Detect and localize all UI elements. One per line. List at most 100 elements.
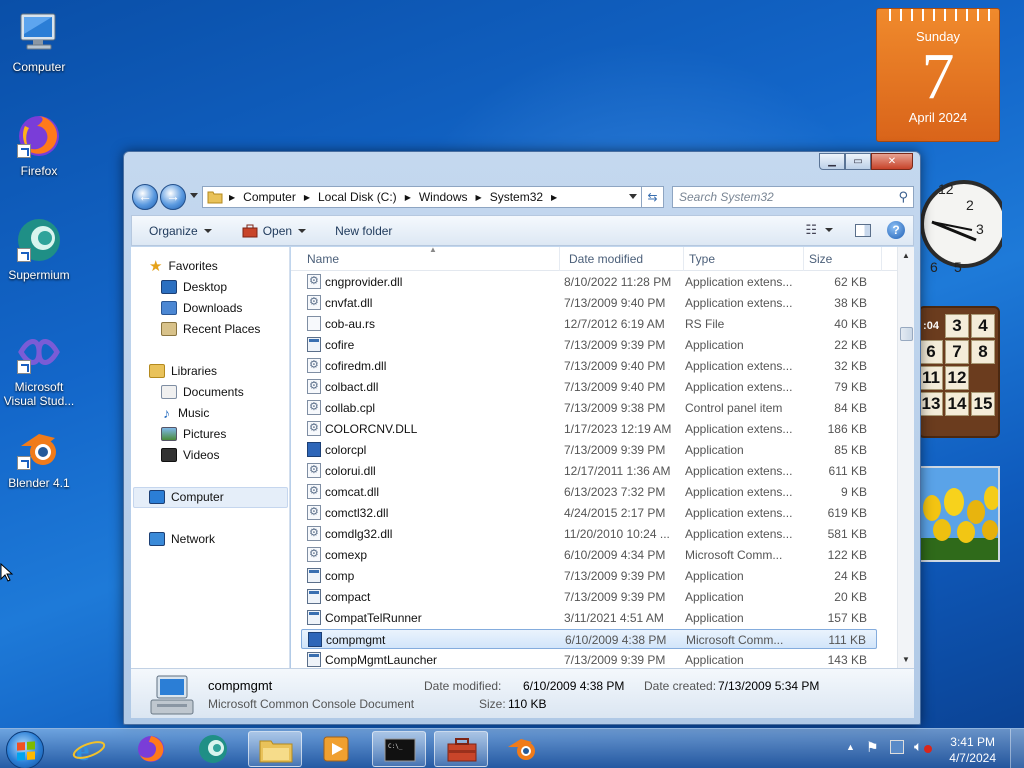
nav-libraries[interactable]: Libraries — [149, 361, 217, 381]
table-row[interactable]: cob-au.rs 12/7/2012 6:19 AM RS File 40 KB — [301, 314, 877, 334]
search-input[interactable]: Search System32 ⚲ — [672, 186, 914, 208]
minimize-button[interactable]: ▁ — [819, 153, 845, 170]
desktop-icon-visual-studio[interactable]: Microsoft Visual Stud... — [0, 328, 78, 408]
clock-gadget[interactable]: 12 2 3 5 6 — [918, 164, 1008, 286]
taskbar-firefox[interactable] — [124, 731, 178, 767]
nav-computer[interactable]: Computer — [149, 487, 224, 507]
puzzle-tile[interactable]: 3 — [945, 314, 969, 338]
show-hidden-icons-icon[interactable]: ▲ — [846, 742, 855, 752]
nav-recent-places[interactable]: Recent Places — [161, 319, 260, 339]
table-row[interactable]: colorcpl 7/13/2009 9:39 PM Application 85 K… — [301, 440, 877, 460]
table-row[interactable]: comexp 6/10/2009 4:34 PM Microsoft Comm...… — [301, 545, 877, 565]
chevron-right-icon[interactable]: ▶ — [229, 193, 235, 202]
table-row[interactable]: COLORCNV.DLL 1/17/2023 12:19 AM Applicatio… — [301, 419, 877, 439]
desktop-icon-firefox[interactable]: Firefox — [0, 112, 78, 178]
column-header-type[interactable]: Type — [689, 252, 715, 266]
network-tray-icon[interactable] — [890, 740, 904, 754]
chevron-right-icon[interactable]: ▶ — [304, 193, 310, 202]
help-icon[interactable]: ? — [887, 221, 905, 239]
open-button[interactable]: Open — [242, 224, 307, 238]
table-row[interactable]: comp 7/13/2009 9:39 PM Application 24 KB — [301, 566, 877, 586]
refresh-icon[interactable]: ⇆ — [641, 187, 663, 207]
chevron-right-icon[interactable]: ▶ — [551, 193, 557, 202]
column-header-date[interactable]: Date modified — [569, 252, 643, 266]
calendar-gadget[interactable]: Sunday 7 April 2024 — [876, 8, 1000, 142]
taskbar-command-prompt[interactable]: C:\_ — [372, 731, 426, 767]
desktop-icon-supermium[interactable]: Supermium — [0, 216, 78, 282]
forward-button[interactable]: → — [160, 184, 186, 210]
address-bar[interactable]: ▶ Computer ▶ Local Disk (C:) ▶ Windows ▶… — [202, 186, 664, 208]
show-desktop-button[interactable] — [1010, 729, 1024, 768]
vertical-scrollbar[interactable]: ▲ ▼ — [897, 247, 914, 668]
address-history-dropdown[interactable] — [629, 194, 637, 199]
nav-pictures[interactable]: Pictures — [161, 424, 226, 444]
table-row[interactable]: compmgmt 6/10/2009 4:38 PM Microsoft Comm.… — [301, 629, 877, 649]
puzzle-tile[interactable]: 14 — [945, 392, 969, 416]
nav-music[interactable]: ♪ Music — [161, 403, 209, 423]
puzzle-tile[interactable]: :04 — [919, 314, 943, 338]
puzzle-tile[interactable]: 6 — [919, 340, 943, 364]
puzzle-tile[interactable]: 4 — [971, 314, 995, 338]
recent-pages-dropdown[interactable] — [190, 193, 198, 198]
organize-button[interactable]: Organize — [149, 224, 212, 238]
column-header-name[interactable]: Name — [307, 252, 339, 266]
back-button[interactable]: ← — [132, 184, 158, 210]
column-header-size[interactable]: Size — [809, 252, 832, 266]
table-row[interactable]: colbact.dll 7/13/2009 9:40 PM Application … — [301, 377, 877, 397]
table-row[interactable]: CompatTelRunner 3/11/2021 4:51 AM Applicat… — [301, 608, 877, 628]
taskbar-supermium[interactable] — [186, 731, 240, 767]
taskbar-clock[interactable]: 3:41 PM 4/7/2024 — [949, 734, 996, 766]
start-button[interactable] — [6, 731, 44, 768]
view-options-icon[interactable]: ☷ — [805, 222, 817, 238]
nav-documents[interactable]: Documents — [161, 382, 244, 402]
nav-network[interactable]: Network — [149, 529, 215, 549]
scrollbar-thumb[interactable] — [900, 327, 913, 341]
table-row[interactable]: CompMgmtLauncher 7/13/2009 9:39 PM Applica… — [301, 650, 877, 670]
breadcrumb-local-disk[interactable]: Local Disk (C:) — [318, 190, 397, 204]
taskbar-media-player[interactable] — [310, 731, 364, 767]
table-row[interactable]: comctl32.dll 4/24/2015 2:17 PM Application… — [301, 503, 877, 523]
puzzle-tile[interactable]: 15 — [971, 392, 995, 416]
nav-favorites[interactable]: ★ Favorites — [149, 256, 218, 276]
maximize-button[interactable]: ▭ — [845, 153, 871, 170]
action-center-flag-icon[interactable]: ⚑ — [866, 739, 879, 756]
puzzle-tile[interactable]: 11 — [919, 366, 943, 390]
puzzle-empty-tile[interactable] — [971, 366, 995, 390]
breadcrumb-computer[interactable]: Computer — [243, 190, 296, 204]
volume-muted-icon[interactable]: 🔈︎ — [914, 738, 922, 755]
puzzle-tile[interactable]: 12 — [945, 366, 969, 390]
nav-downloads[interactable]: Downloads — [161, 298, 242, 318]
new-folder-button[interactable]: New folder — [335, 224, 392, 238]
puzzle-gadget[interactable]: :04 3 4 6 7 8 11 12 13 14 15 — [918, 306, 1000, 438]
table-row[interactable]: cofire 7/13/2009 9:39 PM Application 22 KB — [301, 335, 877, 355]
scroll-up-icon[interactable]: ▲ — [898, 247, 914, 264]
explorer-window[interactable]: ▁ ▭ ✕ ← → ▶ Computer ▶ Local Disk (C:) ▶… — [123, 151, 921, 725]
table-row[interactable]: comdlg32.dll 11/20/2010 10:24 ... Applicat… — [301, 524, 877, 544]
taskbar-blender[interactable] — [496, 731, 550, 767]
nav-videos[interactable]: Videos — [161, 445, 219, 465]
puzzle-tile[interactable]: 8 — [971, 340, 995, 364]
search-icon[interactable]: ⚲ — [898, 189, 908, 205]
taskbar-windows-explorer[interactable] — [248, 731, 302, 767]
table-row[interactable]: comcat.dll 6/13/2023 7:32 PM Application e… — [301, 482, 877, 502]
table-row[interactable]: compact 7/13/2009 9:39 PM Application 20 KB — [301, 587, 877, 607]
table-row[interactable]: cofiredm.dll 7/13/2009 9:40 PM Application… — [301, 356, 877, 376]
table-row[interactable]: cnvfat.dll 7/13/2009 9:40 PM Application e… — [301, 293, 877, 313]
breadcrumb-system32[interactable]: System32 — [490, 190, 543, 204]
table-row[interactable]: collab.cpl 7/13/2009 9:38 PM Control panel… — [301, 398, 877, 418]
chevron-right-icon[interactable]: ▶ — [476, 193, 482, 202]
taskbar-internet-explorer[interactable]: e — [62, 731, 116, 767]
puzzle-tile[interactable]: 7 — [945, 340, 969, 364]
close-button[interactable]: ✕ — [871, 153, 913, 170]
nav-desktop[interactable]: Desktop — [161, 277, 227, 297]
puzzle-tile[interactable]: 13 — [919, 392, 943, 416]
chevron-right-icon[interactable]: ▶ — [405, 193, 411, 202]
scroll-down-icon[interactable]: ▼ — [898, 651, 914, 668]
breadcrumb-windows[interactable]: Windows — [419, 190, 468, 204]
chevron-down-icon[interactable] — [825, 228, 833, 232]
slideshow-gadget[interactable] — [918, 466, 1000, 562]
table-row[interactable]: colorui.dll 12/17/2011 1:36 AM Application… — [301, 461, 877, 481]
desktop-icon-blender[interactable]: Blender 4.1 — [0, 424, 78, 490]
desktop-icon-computer[interactable]: Computer — [0, 8, 78, 74]
table-row[interactable]: cngprovider.dll 8/10/2022 11:28 PM Applica… — [301, 272, 877, 292]
